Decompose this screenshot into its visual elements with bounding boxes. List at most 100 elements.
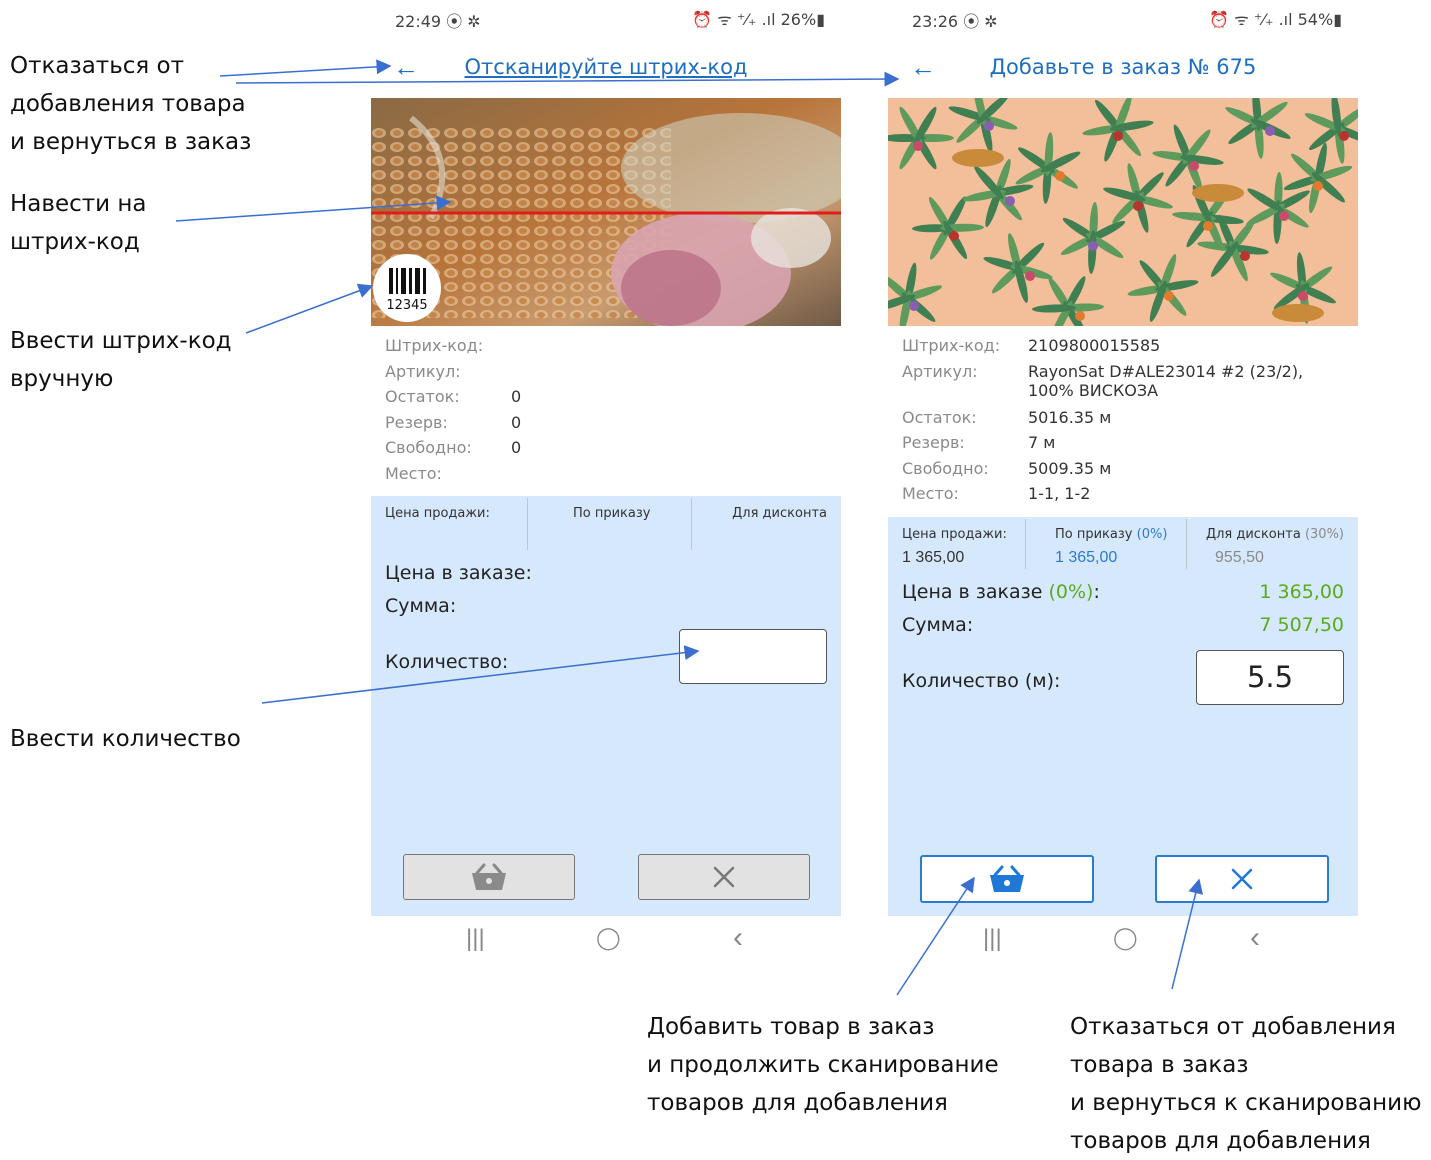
fabric-flower <box>1164 291 1174 301</box>
fabric-flower <box>984 121 994 131</box>
price-panel: Цена продажи: По приказу Для дисконта Це… <box>371 496 841 916</box>
product-photo <box>888 98 1358 326</box>
home-icon[interactable]: ◯ <box>1113 925 1138 951</box>
info-label: Штрих-код: <box>902 336 1001 355</box>
info-value: 7 м <box>1028 433 1056 452</box>
fabric-leopard <box>1272 304 1324 322</box>
fabric-leopard <box>1192 184 1244 202</box>
annotation-aim: Навести на штрих-код <box>10 191 147 255</box>
price-header-discount: Для дисконта (30%) <box>1205 527 1344 542</box>
sum-value: 7 507,50 <box>1259 614 1344 636</box>
info-label: Артикул: <box>902 361 978 381</box>
svg-text:12345: 12345 <box>386 298 427 313</box>
annotation-back: Отказаться от добавления товара и вернутьс… <box>10 53 252 155</box>
close-icon <box>1231 868 1253 890</box>
system-nav-bar: ||| ◯ ‹ <box>888 921 1358 965</box>
info-row: Свободно: 0 <box>385 438 831 464</box>
quantity-label: Количество (м): <box>902 670 1061 692</box>
page-title: Отсканируйте штрих-код <box>464 55 748 79</box>
info-label: Свободно: <box>902 458 989 478</box>
fabric-flower <box>1339 131 1349 141</box>
sum-row: Сумма: 7 507,50 <box>902 614 1344 636</box>
info-label: Свободно: <box>385 438 472 457</box>
annotation-quantity: Ввести количество <box>10 726 241 752</box>
back-arrow-icon[interactable]: ← <box>393 50 419 84</box>
nav-back-icon[interactable]: ‹ <box>1250 921 1260 955</box>
fabric-flower <box>1005 196 1015 206</box>
status-time: 22:49 ⦿ ✲ <box>395 12 481 31</box>
quantity-input[interactable]: 5.5 <box>1196 650 1344 705</box>
info-label: Остаток: <box>902 407 977 427</box>
system-nav-bar: ||| ◯ ‹ <box>371 921 841 965</box>
back-arrow-icon[interactable]: ← <box>910 50 936 84</box>
recent-apps-icon[interactable]: ||| <box>466 925 485 953</box>
info-value: 0 <box>511 438 522 457</box>
arrow-manual <box>245 283 374 334</box>
fabric-flower <box>1279 211 1289 221</box>
camera-image <box>371 98 841 326</box>
info-label: Артикул: <box>385 361 461 381</box>
quantity-input[interactable] <box>679 629 827 684</box>
order-price-label: Цена в заказе: <box>385 562 532 584</box>
fabric-flower <box>1075 311 1085 321</box>
info-label: Место: <box>902 484 959 503</box>
add-to-order-button[interactable] <box>403 854 575 900</box>
status-time: 23:26 ⦿ ✲ <box>912 12 998 31</box>
app-bar: Отсканируйте штрих-код ← <box>371 50 841 86</box>
annotation-manual-barcode: Ввести штрих-код вручную <box>10 328 232 392</box>
divider <box>1186 519 1187 569</box>
info-row: Место: 1-1, 1-2 <box>902 484 1348 510</box>
order-price-row: Цена в заказе (0%): 1 365,00 <box>902 581 1344 603</box>
sum-row: Сумма: <box>385 595 827 617</box>
info-label: Резерв: <box>385 412 448 432</box>
manual-barcode-button[interactable]: 12345 <box>373 254 441 322</box>
barcode-icon: 12345 <box>386 268 428 313</box>
sum-label: Сумма: <box>902 614 974 636</box>
status-icons: ⏰ ᯤ ⁺⁄₊ .ıl 26%▮ <box>692 10 825 29</box>
cancel-button[interactable] <box>638 854 810 900</box>
add-to-order-button[interactable] <box>920 855 1094 903</box>
fabric-flower <box>1298 291 1308 301</box>
info-row: Остаток: 5016.35 м <box>902 408 1348 434</box>
product-info: Штрих-код: 2109800015585 Артикул: RayonSat … <box>902 336 1348 510</box>
info-row: Свободно: 5009.35 м <box>902 459 1348 485</box>
recent-apps-icon[interactable]: ||| <box>983 925 1002 953</box>
info-value: 5016.35 м <box>1028 407 1112 427</box>
info-row: Штрих-код: <box>385 336 831 362</box>
info-value: 0 <box>511 387 522 406</box>
price-header-sale: Цена продажи: <box>902 527 1007 542</box>
status-bar: 23:26 ⦿ ✲ ⏰ ᯤ ⁺⁄₊ .ıl 54%▮ <box>912 8 1342 32</box>
quantity-label: Количество: <box>385 651 509 673</box>
fabric-flower <box>1088 241 1098 251</box>
status-icons: ⏰ ᯤ ⁺⁄₊ .ıl 54%▮ <box>1209 10 1342 29</box>
order-price-colon: : <box>1093 581 1100 603</box>
basket-icon <box>990 865 1024 892</box>
nav-back-icon[interactable]: ‹ <box>733 921 743 955</box>
order-price-percent: (0%) <box>1048 581 1094 603</box>
status-bar: 22:49 ⦿ ✲ ⏰ ᯤ ⁺⁄₊ .ıl 26%▮ <box>395 8 825 32</box>
product-info: Штрих-код: Артикул: Остаток: 0 Резерв: 0 Свобо… <box>385 336 831 489</box>
sum-label: Сумма: <box>385 595 457 617</box>
home-icon[interactable]: ◯ <box>596 925 621 951</box>
cancel-button[interactable] <box>1155 855 1329 903</box>
order-price-value: 1 365,00 <box>1259 581 1344 603</box>
fabric-flower <box>1113 131 1123 141</box>
info-value: RayonSat D#ALE23014 #2 (23/2), <box>1028 361 1304 381</box>
right-phone-screen: 23:26 ⦿ ✲ ⏰ ᯤ ⁺⁄₊ .ıl 54%▮ Добавьте в за… <box>888 0 1358 1156</box>
fabric-image <box>888 98 1358 326</box>
info-label: Остаток: <box>385 387 460 406</box>
info-row: Штрих-код: 2109800015585 <box>902 336 1348 362</box>
camera-preview[interactable]: 12345 <box>371 98 841 326</box>
left-phone-screen: 22:49 ⦿ ✲ ⏰ ᯤ ⁺⁄₊ .ıl 26%▮ Отсканируйте … <box>371 0 841 1156</box>
info-value: 1-1, 1-2 <box>1028 484 1091 503</box>
price-header-sale: Цена продажи: <box>385 506 490 521</box>
info-row: Артикул: RayonSat D#ALE23014 #2 (23/2), 10… <box>902 362 1348 408</box>
fabric-flower <box>1313 181 1323 191</box>
info-value-line2: 100% ВИСКОЗА <box>1028 380 1159 400</box>
info-row: Остаток: 0 <box>385 387 831 413</box>
fabric-flower <box>1240 251 1250 261</box>
divider <box>691 498 692 550</box>
price-header-discount: Для дисконта <box>732 506 827 521</box>
info-value: 5009.35 м <box>1028 458 1112 478</box>
price-discount-value: 955,50 <box>1215 549 1264 566</box>
